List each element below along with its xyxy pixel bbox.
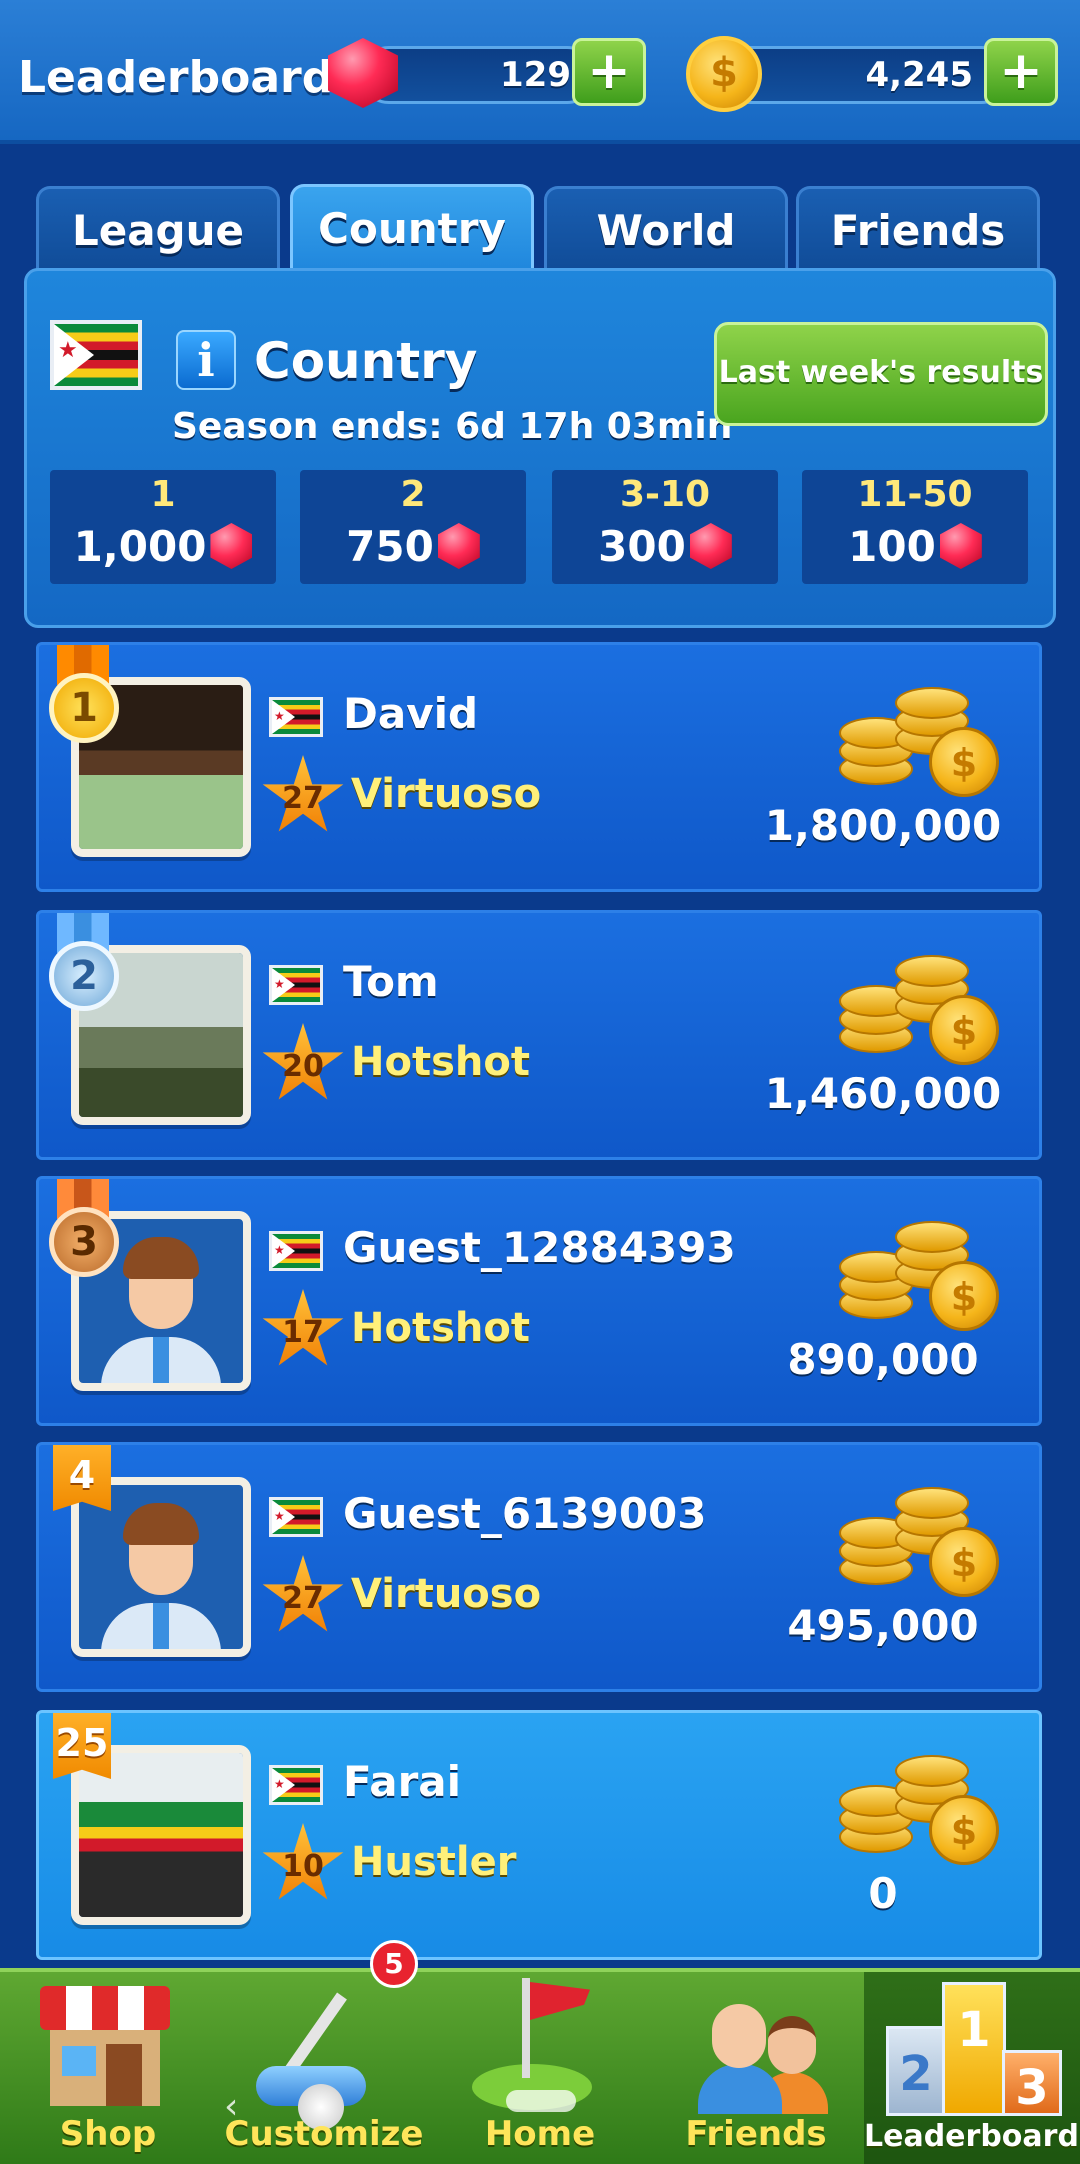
player-title: Hustler xyxy=(351,1839,517,1885)
prize-reward: 750 xyxy=(346,522,434,571)
last-week-results-button[interactable]: Last week's results xyxy=(714,322,1048,426)
player-name: David xyxy=(343,689,479,738)
prize-reward: 1,000 xyxy=(73,522,207,571)
player-level: 27 xyxy=(282,1581,324,1616)
country-flag-icon xyxy=(50,320,142,390)
info-icon[interactable]: i xyxy=(176,330,236,390)
notification-badge: 5 xyxy=(370,1940,418,1988)
buy-gems-button[interactable]: + xyxy=(572,38,646,106)
country-flag-icon xyxy=(269,965,323,1005)
coin-stack-icon: $ xyxy=(839,1755,1009,1865)
gem-icon xyxy=(437,523,480,569)
top-bar: Leaderboards 129 + 4,245 $ + xyxy=(0,0,1080,144)
prize-tier: 3-10 300 xyxy=(552,470,778,584)
leaderboard-row[interactable]: 2 Tom 20 Hotshot $ 1,460,000 xyxy=(36,910,1042,1160)
nav-label: Home xyxy=(484,2114,596,2154)
player-title: Virtuoso xyxy=(351,1571,542,1617)
prize-rank: 11-50 xyxy=(857,474,973,515)
gem-count: 129 xyxy=(500,55,571,95)
prize-tier: 2 750 xyxy=(300,470,526,584)
nav-shop[interactable]: Shop xyxy=(0,1972,216,2164)
rank-badge: 4 xyxy=(53,1445,111,1511)
player-title: Virtuoso xyxy=(351,771,542,817)
gem-icon xyxy=(210,523,253,569)
player-name: Farai xyxy=(343,1757,462,1806)
coin-stack-icon: $ xyxy=(839,955,1009,1065)
player-level: 10 xyxy=(282,1849,324,1884)
player-score: 890,000 xyxy=(787,1335,979,1384)
coin-stack-icon: $ xyxy=(839,1221,1009,1331)
country-flag-icon xyxy=(269,697,323,737)
nav-label: Leaderboards xyxy=(864,2119,1080,2154)
nav-label: Friends xyxy=(685,2114,827,2154)
prize-reward: 300 xyxy=(598,522,686,571)
player-level: 27 xyxy=(282,781,324,816)
nav-friends[interactable]: Friends xyxy=(648,1972,864,2164)
nav-home[interactable]: Home xyxy=(432,1972,648,2164)
country-flag-icon xyxy=(269,1765,323,1805)
tab-country[interactable]: Country xyxy=(290,184,534,272)
prize-rank: 2 xyxy=(400,474,426,515)
player-title: Hotshot xyxy=(351,1305,530,1351)
player-level: 17 xyxy=(282,1315,324,1350)
player-score: 1,800,000 xyxy=(764,801,1002,850)
player-score: 1,460,000 xyxy=(764,1069,1002,1118)
panel-title: Country xyxy=(254,332,478,390)
shop-icon xyxy=(40,1986,170,2106)
gem-icon xyxy=(689,523,732,569)
coin-balance-bar: 4,245 xyxy=(720,46,1010,104)
coin-stack-icon: $ xyxy=(839,1487,1009,1597)
tab-friends[interactable]: Friends xyxy=(796,186,1040,270)
silver-medal-icon: 2 xyxy=(49,941,119,1011)
coin-count: 4,245 xyxy=(865,55,973,95)
player-name: Tom xyxy=(343,957,439,1006)
player-name: Guest_12884393 xyxy=(343,1223,736,1272)
rank-badge: 25 xyxy=(53,1713,111,1779)
leaderboard-row[interactable]: 3 Guest_12884393 17 Hotshot $ 890,000 xyxy=(36,1176,1042,1426)
bottom-nav: Shop Customize Home Friends 2 1 3 Leader… xyxy=(0,1968,1080,2164)
prize-tier: 11-50 100 xyxy=(802,470,1028,584)
tab-league[interactable]: League xyxy=(36,186,280,270)
leaderboard-row[interactable]: 4 Guest_6139003 27 Virtuoso $ 495,000 xyxy=(36,1442,1042,1692)
player-score: 0 xyxy=(868,1869,898,1918)
player-score: 495,000 xyxy=(787,1601,979,1650)
buy-coins-button[interactable]: + xyxy=(984,38,1058,106)
prize-rank: 1 xyxy=(150,474,176,515)
prize-tier: 1 1,000 xyxy=(50,470,276,584)
country-flag-icon xyxy=(269,1497,323,1537)
gem-icon xyxy=(939,523,982,569)
prize-reward: 100 xyxy=(848,522,936,571)
player-photo xyxy=(79,1753,243,1917)
nav-leaderboards[interactable]: 2 1 3 Leaderboards xyxy=(864,1972,1080,2164)
page-title: Leaderboards xyxy=(18,52,360,103)
player-name: Guest_6139003 xyxy=(343,1489,707,1538)
system-home-pill[interactable] xyxy=(506,2090,576,2112)
leaderboard-row[interactable]: 1 David 27 Virtuoso $ 1,800,000 xyxy=(36,642,1042,892)
player-level: 20 xyxy=(282,1049,324,1084)
system-back-button[interactable]: ‹ xyxy=(224,2086,238,2127)
golf-club-icon xyxy=(236,1992,416,2130)
podium-icon: 2 1 3 xyxy=(878,1976,1068,2116)
coin-stack-icon: $ xyxy=(839,687,1009,797)
nav-label: Customize xyxy=(224,2114,424,2154)
leaderboard-row-current-user[interactable]: 25 Farai 10 Hustler $ 0 xyxy=(36,1710,1042,1960)
nav-customize[interactable]: Customize xyxy=(216,1972,432,2164)
nav-label: Shop xyxy=(59,2114,157,2154)
tab-world[interactable]: World xyxy=(544,186,788,270)
prize-rank: 3-10 xyxy=(619,474,711,515)
bronze-medal-icon: 3 xyxy=(49,1207,119,1277)
friends-icon xyxy=(698,1994,828,2114)
country-flag-icon xyxy=(269,1231,323,1271)
gold-medal-icon: 1 xyxy=(49,673,119,743)
coin-icon: $ xyxy=(686,36,762,112)
season-timer: Season ends: 6d 17h 03min xyxy=(172,406,733,447)
player-title: Hotshot xyxy=(351,1039,530,1085)
